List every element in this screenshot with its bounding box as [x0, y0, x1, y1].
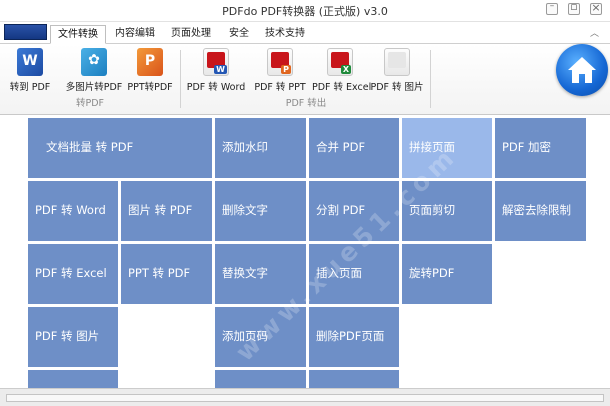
home-icon	[568, 57, 596, 83]
tab-row: 文件转换 内容编辑 页面处理 安全 技术支持 ︿	[0, 22, 610, 44]
minimize-icon[interactable]	[546, 1, 558, 15]
horizontal-scrollbar[interactable]	[6, 394, 604, 402]
tile-label: 添加水印	[222, 140, 268, 155]
tile-label: 添加页码	[222, 329, 268, 344]
tile-label: 文档批量 转 PDF	[46, 140, 134, 155]
tile-label: 页面剪切	[409, 203, 455, 218]
pdf-to-image-icon	[384, 48, 410, 76]
app-title: PDFdo PDF转换器 (正式版) v3.0	[222, 5, 388, 18]
pdf-to-excel-icon	[327, 48, 353, 76]
pdf-to-ppt-button[interactable]: PDF 转 PPT	[252, 48, 308, 98]
tile-insert-page[interactable]: 插入页面	[309, 244, 399, 304]
tile-label: 插入页面	[316, 266, 362, 281]
tile-split-pdf[interactable]: 分割 PDF	[309, 181, 399, 241]
image-icon	[81, 48, 107, 76]
pdf-to-excel-label: PDF 转 Excel	[312, 82, 372, 93]
tile-batch-to-pdf[interactable]: 文档批量 转 PDF	[28, 118, 212, 178]
tile-label: 旋转PDF	[409, 266, 455, 281]
tile-label: PDF 转 Word	[35, 203, 106, 218]
ribbon-separator	[180, 50, 181, 108]
ppt-to-pdf-button[interactable]: PPT转PDF	[126, 48, 174, 98]
tile-label: 图片 转 PDF	[128, 203, 193, 218]
tile-pdf-to-excel[interactable]: PDF 转 Excel	[28, 244, 118, 304]
tab-content-edit[interactable]: 内容编辑	[110, 25, 160, 44]
tile-rotate-pdf[interactable]: 旋转PDF	[402, 244, 492, 304]
app-menu-button[interactable]	[4, 24, 47, 40]
tile-partial[interactable]	[215, 370, 306, 388]
tile-pdf-to-word[interactable]: PDF 转 Word	[28, 181, 118, 241]
tile-join-pages[interactable]: 拼接页面	[402, 118, 492, 178]
tile-label: PDF 转 图片	[35, 329, 100, 344]
tile-image-to-pdf[interactable]: 图片 转 PDF	[121, 181, 212, 241]
title-bar: PDFdo PDF转换器 (正式版) v3.0	[0, 0, 610, 22]
tile-ppt-to-pdf[interactable]: PPT 转 PDF	[121, 244, 212, 304]
tile-label: 拼接页面	[409, 140, 455, 155]
function-tiles: 文档批量 转 PDF PDF 转 Word 图片 转 PDF PDF 转 Exc…	[0, 116, 610, 388]
tile-delete-pdf-page[interactable]: 删除PDF页面	[309, 307, 399, 367]
pdf-to-excel-button[interactable]: PDF 转 Excel	[312, 48, 372, 98]
multi-image-to-pdf-button[interactable]: 多图片转PDF	[64, 48, 124, 98]
ribbon-separator	[430, 50, 431, 108]
to-pdf-label: 转到 PDF	[9, 82, 51, 93]
tile-label: PDF 转 Excel	[35, 266, 107, 281]
tile-decrypt[interactable]: 解密去除限制	[495, 181, 586, 241]
tile-merge-pdf[interactable]: 合并 PDF	[309, 118, 399, 178]
ppt-icon	[137, 48, 163, 76]
status-bar	[0, 388, 610, 406]
tile-label: 分割 PDF	[316, 203, 366, 218]
group-pdf-export-label: PDF 转出	[285, 98, 327, 109]
tile-partial[interactable]	[309, 370, 399, 388]
tile-label: PDF 加密	[502, 140, 552, 155]
tile-label: 替换文字	[222, 266, 268, 281]
tile-label: 解密去除限制	[502, 203, 571, 218]
pdf-to-word-label: PDF 转 Word	[186, 82, 246, 93]
tile-encrypt-pdf[interactable]: PDF 加密	[495, 118, 586, 178]
tile-label: PPT 转 PDF	[128, 266, 191, 281]
pdf-to-ppt-label: PDF 转 PPT	[254, 82, 306, 93]
tab-file-convert[interactable]: 文件转换	[50, 25, 106, 44]
ppt-to-pdf-label: PPT转PDF	[127, 82, 173, 93]
tile-add-watermark[interactable]: 添加水印	[215, 118, 306, 178]
tab-tech-support[interactable]: 技术支持	[260, 25, 310, 44]
tab-page-process[interactable]: 页面处理	[166, 25, 216, 44]
tile-label: 合并 PDF	[316, 140, 366, 155]
to-pdf-button[interactable]: 转到 PDF	[4, 48, 56, 98]
pdf-to-word-icon	[203, 48, 229, 76]
word-doc-icon	[17, 48, 43, 76]
tile-partial[interactable]	[28, 370, 118, 388]
tile-crop-page[interactable]: 页面剪切	[402, 181, 492, 241]
pdf-to-word-button[interactable]: PDF 转 Word	[186, 48, 246, 98]
maximize-icon[interactable]	[568, 0, 580, 15]
tile-pdf-to-image[interactable]: PDF 转 图片	[28, 307, 118, 367]
group-to-pdf-label: 转PDF	[75, 98, 104, 109]
pdf-to-ppt-icon	[267, 48, 293, 76]
pdf-to-image-label: PDF 转 图片	[370, 82, 424, 93]
close-icon[interactable]	[590, 1, 602, 15]
multi-image-to-pdf-label: 多图片转PDF	[65, 82, 123, 93]
tab-security[interactable]: 安全	[222, 25, 256, 44]
tile-label: 删除文字	[222, 203, 268, 218]
collapse-ribbon-icon[interactable]: ︿	[590, 26, 599, 39]
tile-replace-text[interactable]: 替换文字	[215, 244, 306, 304]
tile-delete-text[interactable]: 删除文字	[215, 181, 306, 241]
pdf-to-image-button[interactable]: PDF 转 图片	[370, 48, 424, 98]
tile-add-page-number[interactable]: 添加页码	[215, 307, 306, 367]
tile-label: 删除PDF页面	[316, 329, 385, 344]
ribbon: 转到 PDF 多图片转PDF PPT转PDF 转PDF PDF 转 Word P…	[0, 44, 610, 115]
home-button[interactable]	[556, 44, 608, 96]
